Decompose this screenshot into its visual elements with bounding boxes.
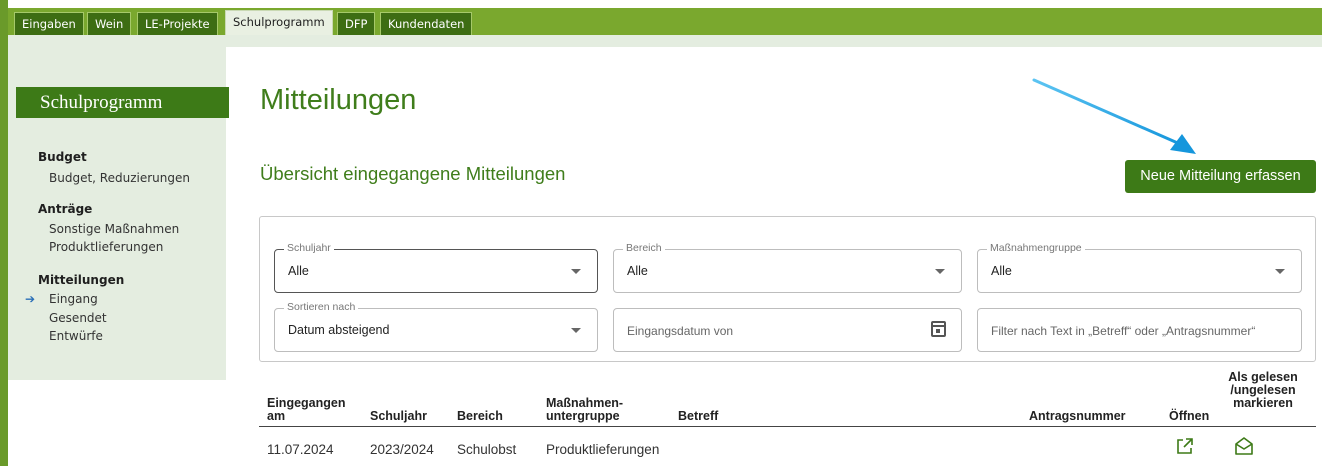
chevron-down-icon (571, 269, 581, 274)
col-header-gelesen: Als gelesen /ungelesen markieren (1227, 371, 1299, 410)
sidebar-item-eingang[interactable]: Eingang (49, 292, 98, 306)
nav-group-budget: Budget (38, 150, 87, 164)
nav-group-mitteilungen: Mitteilungen (38, 273, 125, 287)
outer-frame-bar (0, 0, 8, 466)
col-header-gelesen-line3: markieren (1233, 396, 1293, 410)
envelope-open-icon[interactable] (1234, 436, 1254, 456)
arrow-right-icon: ➔ (25, 292, 36, 306)
external-link-icon[interactable] (1176, 437, 1194, 455)
text-filter-placeholder: Filter nach Text in „Betreff“ oder „Antr… (991, 324, 1256, 338)
chevron-down-icon (1275, 269, 1285, 274)
col-header-bereich[interactable]: Bereich (457, 410, 503, 423)
col-header-eingegangen[interactable]: Eingegangen am (267, 397, 345, 423)
nav-group-antraege: Anträge (38, 202, 93, 216)
massnahmengruppe-label: Maßnahmengruppe (987, 242, 1085, 254)
massnahmengruppe-value: Alle (991, 264, 1012, 278)
chevron-down-icon (935, 269, 945, 274)
col-header-massnahmen[interactable]: Maßnahmen- untergruppe (546, 397, 623, 423)
calendar-icon[interactable] (931, 321, 946, 337)
tab-le-projekte[interactable]: LE-Projekte (137, 12, 218, 35)
tab-content-strip (8, 35, 1322, 47)
col-header-oeffnen: Öffnen (1169, 409, 1210, 423)
tab-schulprogramm[interactable]: Schulprogramm (225, 10, 333, 35)
cell-bereich: Schulobst (457, 442, 517, 457)
sidebar-item-entwuerfe[interactable]: Entwürfe (49, 329, 103, 343)
table-header-divider (259, 426, 1316, 427)
top-tab-bar: Eingaben Wein LE-Projekte Schulprogramm … (8, 8, 1322, 35)
sidebar-title: Schulprogramm (16, 87, 229, 118)
sidebar-item-produktlieferungen[interactable]: Produktlieferungen (49, 240, 163, 254)
schuljahr-select[interactable]: Schuljahr Alle (274, 242, 598, 293)
sidebar-item-gesendet[interactable]: Gesendet (49, 311, 107, 325)
sidebar-item-sonstige-massnahmen[interactable]: Sonstige Maßnahmen (49, 222, 179, 236)
bereich-label: Bereich (623, 242, 665, 254)
schuljahr-value: Alle (288, 264, 309, 278)
annotation-arrow-icon (1032, 78, 1196, 154)
sortieren-select[interactable]: Sortieren nach Datum absteigend (274, 301, 598, 352)
sidebar: Schulprogramm Budget Budget, Reduzierung… (8, 47, 229, 380)
tab-dfp[interactable]: DFP (337, 12, 376, 35)
sortieren-value: Datum absteigend (288, 323, 390, 337)
sortieren-label: Sortieren nach (284, 301, 359, 313)
text-filter-input[interactable]: Filter nach Text in „Betreff“ oder „Antr… (977, 308, 1302, 352)
eingangsdatum-input[interactable]: Eingangsdatum von (613, 308, 962, 352)
col-header-massnahmen-line2: untergruppe (546, 409, 620, 423)
bereich-select[interactable]: Bereich Alle (613, 242, 962, 293)
tab-wein[interactable]: Wein (87, 12, 132, 35)
sidebar-item-budget-reduzierungen[interactable]: Budget, Reduzierungen (49, 171, 190, 185)
tab-eingaben[interactable]: Eingaben (14, 12, 84, 35)
new-message-button[interactable]: Neue Mitteilung erfassen (1125, 160, 1316, 193)
bereich-value: Alle (627, 264, 648, 278)
tab-kundendaten[interactable]: Kundendaten (380, 12, 473, 35)
col-header-schuljahr[interactable]: Schuljahr (370, 410, 427, 423)
cell-schuljahr: 2023/2024 (370, 442, 434, 457)
page-title: Mitteilungen (260, 84, 417, 116)
schuljahr-label: Schuljahr (284, 242, 334, 254)
col-header-eingegangen-line2: am (267, 409, 286, 423)
cell-eingegangen: 11.07.2024 (267, 442, 334, 457)
eingangsdatum-placeholder: Eingangsdatum von (627, 324, 734, 338)
col-header-antragsnummer[interactable]: Antragsnummer (1029, 410, 1126, 423)
massnahmengruppe-select[interactable]: Maßnahmengruppe Alle (977, 242, 1302, 293)
col-header-betreff[interactable]: Betreff (678, 410, 718, 423)
chevron-down-icon (571, 328, 581, 333)
cell-massnahmen: Produktlieferungen (546, 442, 660, 457)
section-title: Übersicht eingegangene Mitteilungen (260, 163, 566, 184)
